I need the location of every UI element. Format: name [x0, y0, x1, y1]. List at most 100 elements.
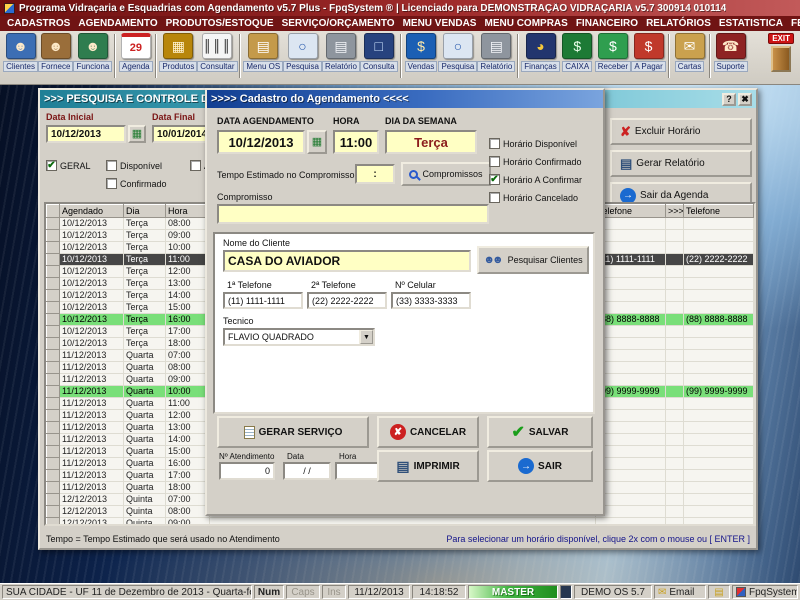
celular-label: Nº Celular [395, 280, 436, 290]
checkbox-horario-confirmado[interactable]: Horário Confirmado [489, 156, 582, 167]
toolbar-item-agenda[interactable]: 29Agenda [119, 33, 152, 72]
imprimir-label: IMPRIMIR [414, 461, 460, 472]
salvar-button[interactable]: ✔ SALVAR [487, 416, 593, 448]
telefone1-input[interactable]: (11) 1111-1111 [223, 292, 303, 309]
tecnico-select[interactable]: FLAVIO QUADRADO ▼ [223, 328, 375, 346]
toolbar-item-menu-os[interactable]: ▤Menu OS [244, 33, 282, 72]
checkbox-confirmado[interactable]: Confirmado [106, 178, 167, 189]
menu-ferramentas[interactable]: FERRAMENTAS [787, 18, 800, 29]
compromissos-button[interactable]: Compromissos [401, 162, 491, 186]
toolbar-item-funcionarios[interactable]: ☻ Funciona [75, 33, 112, 72]
checkbox-label: Horário A Confirmar [503, 175, 582, 185]
calendar-icon: ▦ [312, 137, 322, 148]
printer-icon: ▤ [481, 33, 511, 59]
menu-financeiro[interactable]: FINANCEIRO [572, 18, 642, 29]
toolbar-item-a-pagar[interactable]: $A Pagar [632, 33, 665, 72]
email-icon: ✉ [658, 587, 666, 598]
toolbar-item-label: Agenda [119, 61, 153, 72]
employees-icon: ☻ [78, 33, 108, 59]
toolbar-item-label: Consultar [197, 61, 237, 72]
gerar-relatorio-button[interactable]: ▤Gerar Relatório [610, 150, 752, 177]
dia-da-semana-field: Terça [385, 130, 477, 154]
pesquisar-clientes-button[interactable]: ☻☻ Pesquisar Clientes [477, 246, 589, 274]
hora-small-input[interactable] [335, 462, 379, 480]
app-title: Programa Vidraçaria e Esquadrias com Age… [19, 3, 726, 14]
column-header: Hora [166, 205, 210, 218]
tempo-estimado-label: Tempo Estimado no Compromisso [217, 170, 355, 180]
checkbox-horario-disponivel[interactable]: Horário Disponível [489, 138, 577, 149]
sair-button[interactable]: → SAIR [487, 450, 593, 482]
telefone2-input[interactable]: (22) 2222-2222 [307, 292, 387, 309]
status-email[interactable]: ✉Email [654, 585, 706, 599]
data-input[interactable]: / / [283, 462, 331, 480]
checkbox-horario-a-confirmar[interactable]: ✔Horário A Confirmar [489, 174, 582, 185]
status-date-text: 11/12/2013 [354, 587, 403, 598]
menu-menu-compras[interactable]: MENU COMPRAS [480, 18, 571, 29]
support-phone-icon: ☎ [716, 33, 746, 59]
toolbar-item-consultar[interactable]: ║║║Consultar [198, 33, 236, 72]
toolbar: ☻Clientes☻Fornece☻ Funciona 29Agenda▦Produ… [0, 31, 800, 85]
status-date: 11/12/2013 [348, 585, 410, 599]
help-button[interactable]: ? [722, 93, 736, 106]
toolbar-item-clientes[interactable]: ☻Clientes [4, 33, 37, 72]
toolbar-item-pesquisa-os[interactable]: ○Pesquisa [284, 33, 321, 72]
status-location-text: SUA CIDADE - UF 11 de Dezembro de 2013 -… [6, 587, 252, 598]
menu-relatorios[interactable]: RELATÓRIOS [642, 18, 715, 29]
celular-input[interactable]: (33) 3333-3333 [391, 292, 471, 309]
toolbar-item-relatorio-os[interactable]: ▤Relatório [323, 33, 359, 72]
toolbar-item-caixa[interactable]: $CAIXA [561, 33, 594, 72]
gerar-servico-button[interactable]: GERAR SERVIÇO [217, 416, 369, 448]
status-time-text: 14:18:52 [420, 587, 459, 598]
menu-bar: CADASTROSAGENDAMENTOPRODUTOS/ESTOQUESERV… [0, 16, 800, 31]
data-inicial-calendar-button[interactable]: ▦ [128, 125, 146, 143]
toolbar-separator [668, 34, 670, 78]
toolbar-item-produtos[interactable]: ▦Produtos [160, 33, 196, 72]
toolbar-item-financas[interactable]: ◕Finanças [522, 33, 558, 72]
toolbar-item-label: Cartas [675, 61, 705, 72]
toolbar-item-pesquisa-vendas[interactable]: ○Pesquisa [440, 33, 477, 72]
checkbox-horario-cancelado[interactable]: Horário Cancelado [489, 192, 578, 203]
toolbar-item-cartas[interactable]: ✉Cartas [673, 33, 706, 72]
checkbox-label: GERAL [60, 161, 91, 171]
toolbar-item-exit[interactable]: EXIT [768, 33, 794, 72]
hora-input[interactable]: 11:00 [333, 130, 379, 154]
toolbar-item-fornecedores[interactable]: ☻Fornece [39, 33, 72, 72]
toolbar-item-consulta[interactable]: □Consulta [361, 33, 397, 72]
nome-cliente-input[interactable]: CASA DO AVIADOR [223, 250, 471, 272]
status-caps-text: Caps [291, 587, 314, 598]
imprimir-button[interactable]: ▤ IMPRIMIR [377, 450, 479, 482]
excluir-horario-button[interactable]: ✘Excluir Horário [610, 118, 752, 145]
tempo-estimado-input[interactable]: : [355, 164, 395, 184]
menu-cadastros[interactable]: CADASTROS [3, 18, 74, 29]
checkbox-geral[interactable]: ✔GERAL [46, 160, 91, 171]
menu-servico-orcamento[interactable]: SERVIÇO/ORÇAMENTO [278, 18, 399, 29]
telefone2-label: 2ª Telefone [311, 280, 356, 290]
toolbar-item-label: Funciona [73, 61, 112, 72]
magnifier-icon [409, 170, 418, 179]
column-header: Dia [124, 205, 166, 218]
toolbar-item-receber[interactable]: $Receber [596, 33, 630, 72]
menu-produtos-estoque[interactable]: PRODUTOS/ESTOQUE [162, 18, 278, 29]
menu-agendamento[interactable]: AGENDAMENTO [74, 18, 161, 29]
close-button[interactable]: ✖ [738, 93, 752, 106]
toolbar-item-relatorio-vendas[interactable]: ▤Relatório [478, 33, 514, 72]
chevron-down-icon[interactable]: ▼ [359, 329, 374, 345]
agenda-row[interactable]: 12/12/2013Quinta09:00 [47, 518, 754, 527]
toolbar-item-vendas[interactable]: $Vendas [405, 33, 438, 72]
toolbar-separator [517, 34, 519, 78]
data-agendamento-input[interactable]: 10/12/2013 [217, 130, 305, 154]
printer-icon: ▤ [620, 157, 632, 170]
compromisso-input[interactable] [217, 204, 489, 224]
menu-estatistica[interactable]: ESTATISTICA [715, 18, 787, 29]
cancelar-button[interactable]: ✘ CANCELAR [377, 416, 479, 448]
dialog-title-bar: >>>> Cadastro do Agendamento <<<< [207, 90, 603, 108]
checkbox-disponivel[interactable]: Disponível [106, 160, 162, 171]
dialog-title: >>>> Cadastro do Agendamento <<<< [211, 93, 599, 105]
data-agendamento-calendar-button[interactable]: ▦ [307, 130, 327, 154]
toolbar-item-suporte[interactable]: ☎Suporte [714, 33, 747, 72]
salvar-label: SALVAR [529, 427, 569, 438]
footer-note-left: Tempo = Tempo Estimado que será usado no… [46, 534, 280, 544]
num-atendimento-input[interactable]: 0 [219, 462, 275, 480]
data-inicial-input[interactable]: 10/12/2013 [46, 125, 126, 143]
menu-menu-vendas[interactable]: MENU VENDAS [399, 18, 481, 29]
